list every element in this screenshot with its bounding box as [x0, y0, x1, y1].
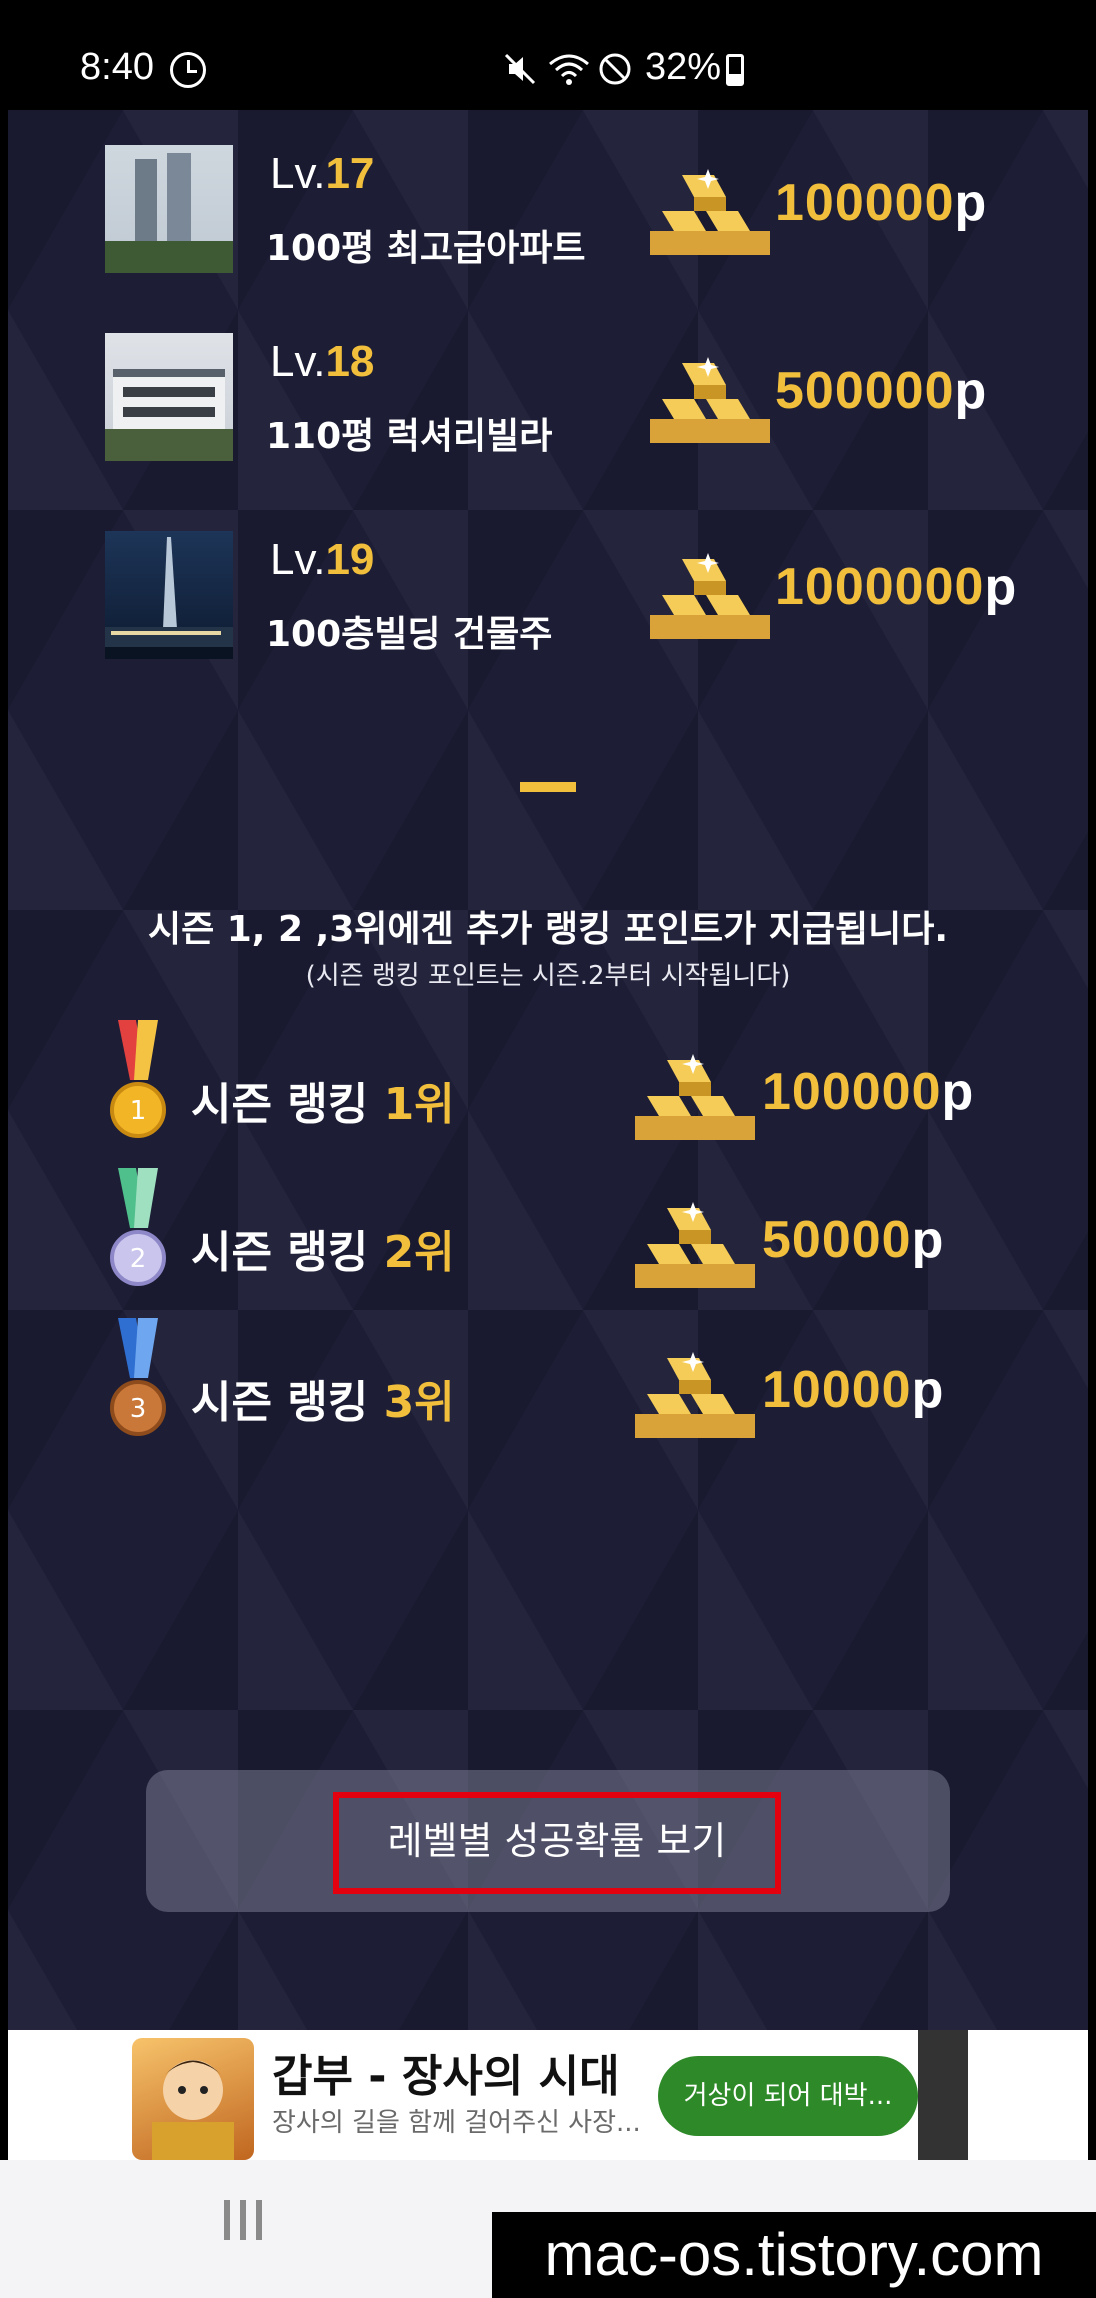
rank-label: 시즌 랭킹: [191, 1227, 384, 1278]
rank-row: 3 시즌 랭킹 3위 10000p: [8, 1318, 1088, 1458]
ad-cta-button[interactable]: 거상이 되어 대박...: [658, 2056, 918, 2136]
level-name: 100평 최고급아파트: [266, 228, 586, 269]
apartment-photo: [105, 145, 233, 273]
gold-medal-icon: 1: [110, 1020, 166, 1138]
reward-unit: p: [911, 1211, 945, 1269]
rank-row: 1 시즌 랭킹 1위 100000p: [8, 1020, 1088, 1160]
rank-row: 2 시즌 랭킹 2위 50000p: [8, 1168, 1088, 1308]
ad-description: 장사의 길을 함께 걸어주신 사장...: [272, 2108, 641, 2138]
rank-place: 2위: [383, 1227, 455, 1278]
ad-title[interactable]: 갑부 - 장사의 시대: [272, 2040, 620, 2104]
status-bar: 8:40 32%: [0, 0, 1096, 110]
level-number: 17: [325, 149, 375, 198]
reward-unit: p: [984, 558, 1018, 616]
reward-unit: p: [911, 1361, 945, 1419]
reward-unit: p: [941, 1063, 975, 1121]
recent-apps-icon[interactable]: [222, 2200, 264, 2240]
reward-info-panel: Lv.17 100평 최고급아파트 100000p Lv.18 110평 럭셔리…: [8, 110, 1088, 2030]
mute-icon: [504, 53, 536, 85]
reward-value: 50000: [762, 1211, 912, 1269]
gold-bars-icon: [635, 1054, 755, 1140]
reward-unit: p: [954, 174, 988, 232]
battery-icon: [726, 54, 744, 86]
rank-label: 시즌 랭킹: [191, 1377, 384, 1428]
gold-bars-icon: [650, 169, 770, 255]
level-number: 19: [325, 535, 375, 584]
section-divider: [520, 782, 576, 792]
svg-text:2: 2: [130, 1244, 147, 1274]
gold-bars-icon: [635, 1202, 755, 1288]
game-app-icon[interactable]: [132, 2038, 254, 2160]
level-row: Lv.19 100층빌딩 건물주 1000000p: [8, 531, 1088, 661]
reward-value: 100000: [775, 174, 955, 232]
status-time: 8:40: [80, 46, 154, 88]
tower-photo: [105, 531, 233, 659]
ad-banner[interactable]: 갑부 - 장사의 시대 장사의 길을 함께 걸어주신 사장... 거상이 되어 …: [8, 2030, 1088, 2160]
level-prefix: Lv.: [270, 149, 326, 198]
reward-unit: p: [954, 362, 988, 420]
reward-value: 1000000: [775, 558, 985, 616]
wifi-icon: [549, 54, 589, 85]
gold-bars-icon: [650, 357, 770, 443]
reward-value: 500000: [775, 362, 955, 420]
gold-bars-icon: [635, 1352, 755, 1438]
bronze-medal-icon: 3: [110, 1318, 166, 1436]
level-row: Lv.17 100평 최고급아파트 100000p: [8, 145, 1088, 275]
reward-value: 100000: [762, 1063, 942, 1121]
rank-place: 3위: [383, 1377, 455, 1428]
clock-icon: [170, 52, 206, 88]
ranking-notice-title: 시즌 1, 2 ,3위에겐 추가 랭킹 포인트가 지급됩니다.: [147, 909, 949, 950]
level-prefix: Lv.: [270, 535, 326, 584]
gold-bars-icon: [650, 553, 770, 639]
success-rate-button-label[interactable]: 레벨별 성공확률 보기: [333, 1810, 781, 1865]
rank-label: 시즌 랭킹: [191, 1079, 384, 1130]
reward-value: 10000: [762, 1361, 912, 1419]
watermark: mac-os.tistory.com: [492, 2212, 1096, 2298]
level-name: 110평 럭셔리빌라: [266, 416, 553, 457]
ad-side-strip: [918, 2030, 968, 2160]
svg-text:3: 3: [130, 1394, 147, 1424]
villa-photo: [105, 333, 233, 461]
level-row: Lv.18 110평 럭셔리빌라 500000p: [8, 333, 1088, 463]
battery-percentage: 32%: [645, 46, 722, 88]
level-prefix: Lv.: [270, 337, 326, 386]
svg-text:1: 1: [130, 1096, 147, 1126]
do-not-disturb-icon: [599, 53, 631, 85]
ranking-notice-subtitle: (시즌 랭킹 포인트는 시즌.2부터 시작됩니다): [305, 961, 791, 991]
level-name: 100층빌딩 건물주: [266, 614, 553, 655]
silver-medal-icon: 2: [110, 1168, 166, 1286]
level-number: 18: [325, 337, 375, 386]
rank-place: 1위: [383, 1079, 455, 1130]
